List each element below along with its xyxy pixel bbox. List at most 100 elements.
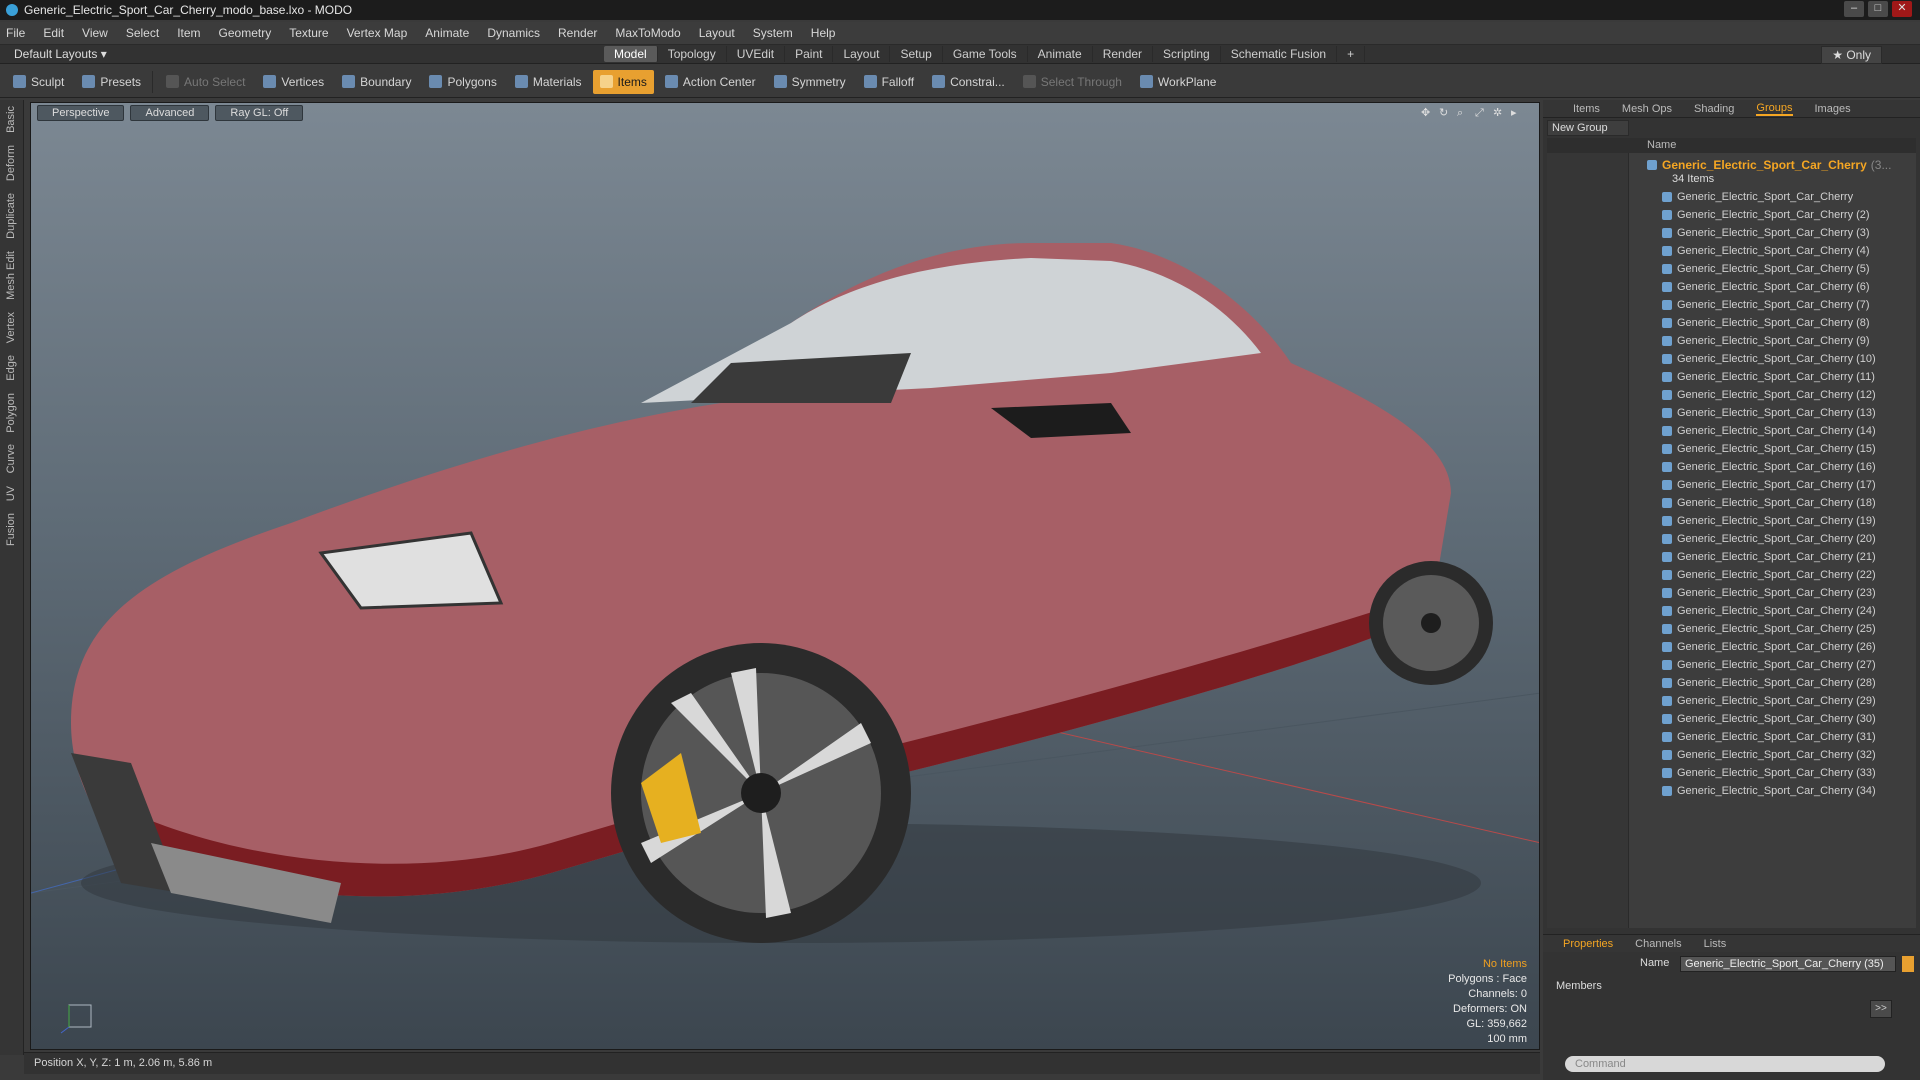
only-button[interactable]: ★ Only [1821, 46, 1882, 64]
action-center-button[interactable]: Action Center [658, 70, 763, 94]
list-item[interactable]: Generic_Electric_Sport_Car_Cherry (32) [1662, 746, 1876, 764]
boundary-button[interactable]: Boundary [335, 70, 418, 94]
list-item[interactable]: Generic_Electric_Sport_Car_Cherry (16) [1662, 458, 1876, 476]
side-tab-vertex[interactable]: Vertex [5, 306, 17, 349]
tab-shading[interactable]: Shading [1694, 103, 1734, 115]
menu-animate[interactable]: Animate [425, 26, 469, 40]
tab-game-tools[interactable]: Game Tools [943, 46, 1028, 62]
list-item[interactable]: Generic_Electric_Sport_Car_Cherry (22) [1662, 566, 1876, 584]
tab-items[interactable]: Items [1573, 103, 1600, 115]
list-item[interactable]: Generic_Electric_Sport_Car_Cherry (33) [1662, 764, 1876, 782]
list-item[interactable]: Generic_Electric_Sport_Car_Cherry (9) [1662, 332, 1870, 350]
auto-select-button[interactable]: Auto Select [159, 70, 252, 94]
menu-render[interactable]: Render [558, 26, 597, 40]
tab-uvedit[interactable]: UVEdit [727, 46, 786, 62]
members-section[interactable]: Members [1556, 980, 1602, 992]
list-item[interactable]: Generic_Electric_Sport_Car_Cherry (12) [1662, 386, 1876, 404]
list-item[interactable]: Generic_Electric_Sport_Car_Cherry (24) [1662, 602, 1876, 620]
fit-icon[interactable]: ⤢ [1475, 107, 1487, 119]
vertices-button[interactable]: Vertices [256, 70, 331, 94]
list-item[interactable]: Generic_Electric_Sport_Car_Cherry (30) [1662, 710, 1876, 728]
tab-schematic-fusion[interactable]: Schematic Fusion [1221, 46, 1338, 62]
side-tab-duplicate[interactable]: Duplicate [5, 187, 17, 245]
workplane-button[interactable]: WorkPlane [1133, 70, 1223, 94]
select-through-button[interactable]: Select Through [1016, 70, 1129, 94]
side-tab-edge[interactable]: Edge [5, 349, 17, 387]
color-swatch[interactable] [1902, 956, 1914, 972]
menu-file[interactable]: File [6, 26, 25, 40]
list-item[interactable]: Generic_Electric_Sport_Car_Cherry (3) [1662, 224, 1870, 242]
list-item[interactable]: Generic_Electric_Sport_Car_Cherry (17) [1662, 476, 1876, 494]
tab-layout[interactable]: Layout [833, 46, 891, 62]
add-members-button[interactable]: >> [1870, 1000, 1892, 1018]
name-column-header[interactable]: Name [1647, 139, 1676, 151]
tab-animate[interactable]: Animate [1028, 46, 1093, 62]
side-tab-uv[interactable]: UV [5, 480, 17, 507]
3d-viewport[interactable]: Perspective Advanced Ray GL: Off ✥ ↻ ⌕ ⤢… [30, 102, 1540, 1050]
presets-button[interactable]: Presets [75, 70, 148, 94]
menu-select[interactable]: Select [126, 26, 159, 40]
list-item[interactable]: Generic_Electric_Sport_Car_Cherry [1662, 188, 1853, 206]
tab-groups[interactable]: Groups [1756, 102, 1793, 116]
list-item[interactable]: Generic_Electric_Sport_Car_Cherry (31) [1662, 728, 1876, 746]
side-tab-mesh-edit[interactable]: Mesh Edit [5, 245, 17, 306]
items-button[interactable]: Items [592, 69, 654, 94]
list-item[interactable]: Generic_Electric_Sport_Car_Cherry (2) [1662, 206, 1870, 224]
zoom-icon[interactable]: ⌕ [1457, 107, 1469, 119]
list-item[interactable]: Generic_Electric_Sport_Car_Cherry (15) [1662, 440, 1876, 458]
tab-topology[interactable]: Topology [658, 46, 727, 62]
list-item[interactable]: Generic_Electric_Sport_Car_Cherry (18) [1662, 494, 1876, 512]
menu-maxtomodo[interactable]: MaxToModo [615, 26, 680, 40]
list-item[interactable]: Generic_Electric_Sport_Car_Cherry (10) [1662, 350, 1876, 368]
settings-icon[interactable]: ✲ [1493, 107, 1505, 119]
menu-item[interactable]: Item [177, 26, 200, 40]
list-item[interactable]: Generic_Electric_Sport_Car_Cherry (6) [1662, 278, 1870, 296]
tab-paint[interactable]: Paint [785, 46, 834, 62]
list-item[interactable]: Generic_Electric_Sport_Car_Cherry (34) [1662, 782, 1876, 800]
tab-model[interactable]: Model [604, 46, 658, 62]
close-button[interactable]: ✕ [1892, 1, 1912, 17]
advanced-button[interactable]: Advanced [130, 105, 210, 121]
name-field[interactable]: Generic_Electric_Sport_Car_Cherry (35) [1680, 956, 1896, 972]
pan-icon[interactable]: ✥ [1421, 107, 1433, 119]
expand-icon[interactable]: ▸ [1511, 107, 1523, 119]
list-item[interactable]: Generic_Electric_Sport_Car_Cherry (13) [1662, 404, 1876, 422]
new-group-button[interactable]: New Group [1547, 120, 1629, 136]
side-tab-deform[interactable]: Deform [5, 139, 17, 187]
falloff-button[interactable]: Falloff [857, 70, 921, 94]
command-input[interactable]: Command [1565, 1056, 1885, 1072]
list-item[interactable]: Generic_Electric_Sport_Car_Cherry (19) [1662, 512, 1876, 530]
list-item[interactable]: Generic_Electric_Sport_Car_Cherry (11) [1662, 368, 1875, 386]
menu-view[interactable]: View [82, 26, 108, 40]
sculpt-button[interactable]: Sculpt [6, 70, 71, 94]
tab-scripting[interactable]: Scripting [1153, 46, 1221, 62]
default-layouts-dropdown[interactable]: Default Layouts ▾ [14, 47, 107, 61]
list-item[interactable]: Generic_Electric_Sport_Car_Cherry (29) [1662, 692, 1876, 710]
rotate-icon[interactable]: ↻ [1439, 107, 1451, 119]
perspective-button[interactable]: Perspective [37, 105, 125, 121]
list-item[interactable]: Generic_Electric_Sport_Car_Cherry (7) [1662, 296, 1870, 314]
list-item[interactable]: Generic_Electric_Sport_Car_Cherry (25) [1662, 620, 1876, 638]
side-tab-basic[interactable]: Basic [5, 100, 17, 139]
menu-help[interactable]: Help [811, 26, 836, 40]
tab-properties[interactable]: Properties [1563, 938, 1613, 950]
list-item[interactable]: Generic_Electric_Sport_Car_Cherry (21) [1662, 548, 1876, 566]
list-item[interactable]: Generic_Electric_Sport_Car_Cherry (27) [1662, 656, 1876, 674]
menu-texture[interactable]: Texture [289, 26, 328, 40]
menu-vertex-map[interactable]: Vertex Map [347, 26, 408, 40]
tab-channels[interactable]: Channels [1635, 938, 1681, 950]
list-item[interactable]: Generic_Electric_Sport_Car_Cherry (20) [1662, 530, 1876, 548]
menu-edit[interactable]: Edit [43, 26, 64, 40]
menu-geometry[interactable]: Geometry [219, 26, 272, 40]
add-tab-button[interactable]: + [1337, 46, 1366, 62]
side-tab-fusion[interactable]: Fusion [5, 507, 17, 552]
side-tab-polygon[interactable]: Polygon [5, 387, 17, 439]
list-item[interactable]: Generic_Electric_Sport_Car_Cherry (26) [1662, 638, 1876, 656]
ray-gl-button[interactable]: Ray GL: Off [215, 105, 304, 121]
menu-dynamics[interactable]: Dynamics [487, 26, 540, 40]
list-item[interactable]: Generic_Electric_Sport_Car_Cherry (5) [1662, 260, 1870, 278]
list-item[interactable]: Generic_Electric_Sport_Car_Cherry (4) [1662, 242, 1870, 260]
menu-system[interactable]: System [753, 26, 793, 40]
tab-lists[interactable]: Lists [1704, 938, 1727, 950]
list-item[interactable]: Generic_Electric_Sport_Car_Cherry (14) [1662, 422, 1876, 440]
